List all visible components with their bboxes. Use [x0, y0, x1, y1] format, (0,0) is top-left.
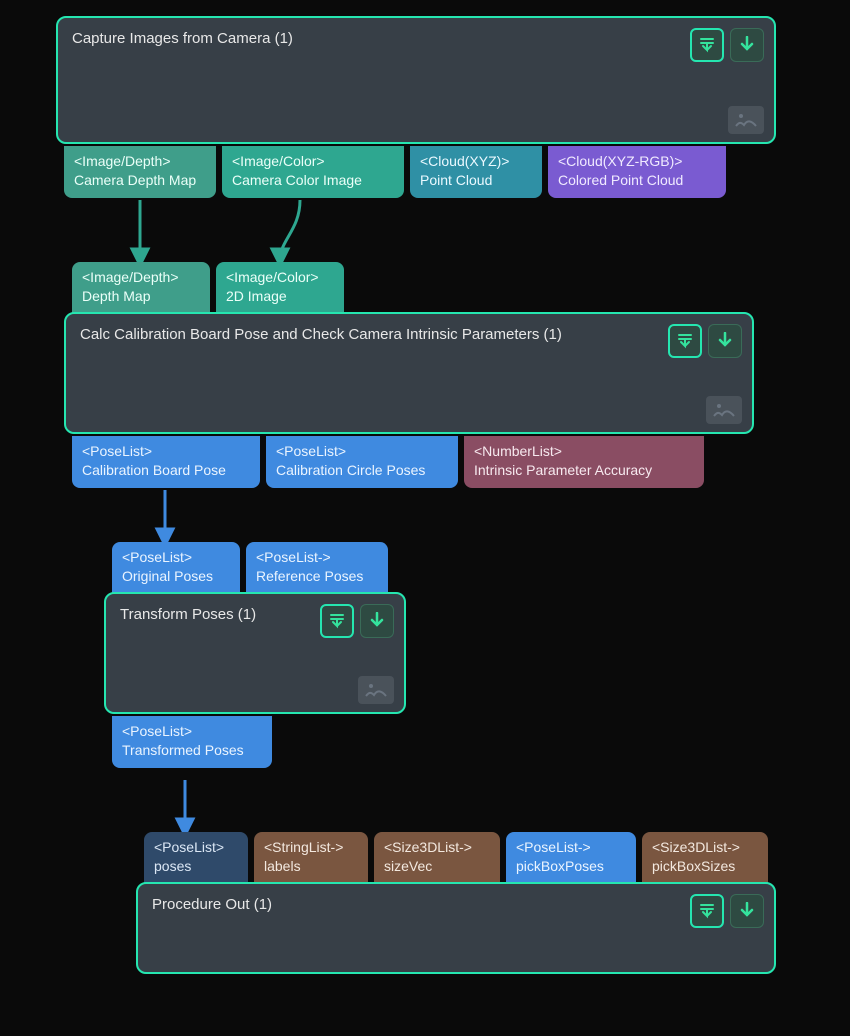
- port-colored-point-cloud[interactable]: <Cloud(XYZ-RGB)> Colored Point Cloud: [548, 146, 726, 198]
- node-title: Capture Images from Camera (1): [72, 30, 760, 47]
- execute-step-icon[interactable]: [690, 894, 724, 928]
- port-labels[interactable]: <StringList-> labels: [254, 832, 368, 884]
- execute-icon[interactable]: [730, 28, 764, 62]
- node-capture-images[interactable]: Capture Images from Camera (1): [56, 16, 776, 144]
- port-depth-map[interactable]: <Image/Depth> Depth Map: [72, 262, 210, 314]
- port-original-poses[interactable]: <PoseList> Original Poses: [112, 542, 240, 594]
- execute-icon[interactable]: [730, 894, 764, 928]
- node-transform-poses[interactable]: Transform Poses (1): [104, 592, 406, 714]
- port-calibration-board-pose[interactable]: <PoseList> Calibration Board Pose: [72, 436, 260, 488]
- image-preview-icon: [728, 106, 764, 134]
- execute-icon[interactable]: [360, 604, 394, 638]
- port-intrinsic-accuracy[interactable]: <NumberList> Intrinsic Parameter Accurac…: [464, 436, 704, 488]
- execute-step-icon[interactable]: [668, 324, 702, 358]
- port-2d-image[interactable]: <Image/Color> 2D Image: [216, 262, 344, 314]
- node-title: Procedure Out (1): [152, 896, 760, 913]
- node-procedure-out[interactable]: Procedure Out (1): [136, 882, 776, 974]
- port-pickboxposes[interactable]: <PoseList-> pickBoxPoses: [506, 832, 636, 884]
- node-graph-canvas[interactable]: Capture Images from Camera (1) <Image/De…: [0, 0, 850, 1036]
- port-reference-poses[interactable]: <PoseList-> Reference Poses: [246, 542, 388, 594]
- execute-icon[interactable]: [708, 324, 742, 358]
- node-title: Calc Calibration Board Pose and Check Ca…: [80, 326, 738, 343]
- port-pickboxsizes[interactable]: <Size3DList-> pickBoxSizes: [642, 832, 768, 884]
- port-sizevec[interactable]: <Size3DList-> sizeVec: [374, 832, 500, 884]
- node-calc-calibration[interactable]: Calc Calibration Board Pose and Check Ca…: [64, 312, 754, 434]
- port-point-cloud[interactable]: <Cloud(XYZ)> Point Cloud: [410, 146, 542, 198]
- image-preview-icon: [706, 396, 742, 424]
- execute-step-icon[interactable]: [690, 28, 724, 62]
- port-camera-color-image[interactable]: <Image/Color> Camera Color Image: [222, 146, 404, 198]
- port-camera-depth-map[interactable]: <Image/Depth> Camera Depth Map: [64, 146, 216, 198]
- port-calibration-circle-poses[interactable]: <PoseList> Calibration Circle Poses: [266, 436, 458, 488]
- execute-step-icon[interactable]: [320, 604, 354, 638]
- image-preview-icon: [358, 676, 394, 704]
- port-transformed-poses[interactable]: <PoseList> Transformed Poses: [112, 716, 272, 768]
- port-poses[interactable]: <PoseList> poses: [144, 832, 248, 884]
